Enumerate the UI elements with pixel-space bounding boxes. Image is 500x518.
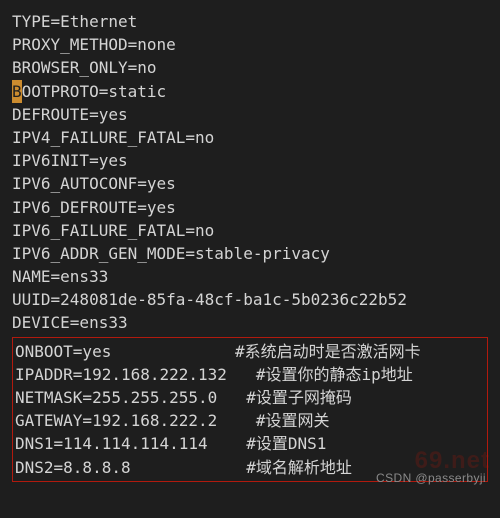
config-line: NAME=ens33 bbox=[12, 265, 488, 288]
boxed-config-line: GATEWAY=192.168.222.2 #设置网关 bbox=[15, 409, 483, 432]
config-line: DEVICE=ens33 bbox=[12, 311, 488, 334]
config-line: IPV4_FAILURE_FATAL=no bbox=[12, 126, 488, 149]
config-line: TYPE=Ethernet bbox=[12, 10, 488, 33]
config-comment: #设置网关 bbox=[256, 409, 330, 432]
config-line: IPV6INIT=yes bbox=[12, 149, 488, 172]
config-kv: DNS2=8.8.8.8 bbox=[15, 456, 246, 479]
config-kv: NETMASK=255.255.255.0 bbox=[15, 386, 246, 409]
config-line: UUID=248081de-85fa-48cf-ba1c-5b0236c22b5… bbox=[12, 288, 488, 311]
config-comment: #系统启动时是否激活网卡 bbox=[235, 340, 421, 363]
config-line: IPV6_DEFROUTE=yes bbox=[12, 196, 488, 219]
boxed-config-line: DNS1=114.114.114.114 #设置DNS1 bbox=[15, 432, 483, 455]
config-line: PROXY_METHOD=none bbox=[12, 33, 488, 56]
boxed-config-line: IPADDR=192.168.222.132 #设置你的静态ip地址 bbox=[15, 363, 483, 386]
config-kv: GATEWAY=192.168.222.2 bbox=[15, 409, 256, 432]
config-kv: IPADDR=192.168.222.132 bbox=[15, 363, 256, 386]
config-comment: #设置DNS1 bbox=[246, 432, 326, 455]
config-line: IPV6_FAILURE_FATAL=no bbox=[12, 219, 488, 242]
config-line: IPV6_AUTOCONF=yes bbox=[12, 172, 488, 195]
boxed-config-line: ONBOOT=yes #系统启动时是否激活网卡 bbox=[15, 340, 483, 363]
config-line: BOOTPROTO=static bbox=[12, 80, 488, 103]
csdn-footer: CSDN @passerbyji bbox=[376, 470, 486, 487]
config-comment: #域名解析地址 bbox=[246, 456, 352, 479]
editor-cursor: B bbox=[12, 80, 22, 103]
config-line: BROWSER_ONLY=no bbox=[12, 56, 488, 79]
config-kv: DNS1=114.114.114.114 bbox=[15, 432, 246, 455]
config-line: IPV6_ADDR_GEN_MODE=stable-privacy bbox=[12, 242, 488, 265]
config-comment: #设置你的静态ip地址 bbox=[256, 363, 413, 386]
config-comment: #设置子网掩码 bbox=[246, 386, 352, 409]
config-kv: ONBOOT=yes bbox=[15, 340, 235, 363]
config-text: OOTPROTO=static bbox=[22, 82, 167, 101]
config-line: DEFROUTE=yes bbox=[12, 103, 488, 126]
boxed-config-line: NETMASK=255.255.255.0 #设置子网掩码 bbox=[15, 386, 483, 409]
